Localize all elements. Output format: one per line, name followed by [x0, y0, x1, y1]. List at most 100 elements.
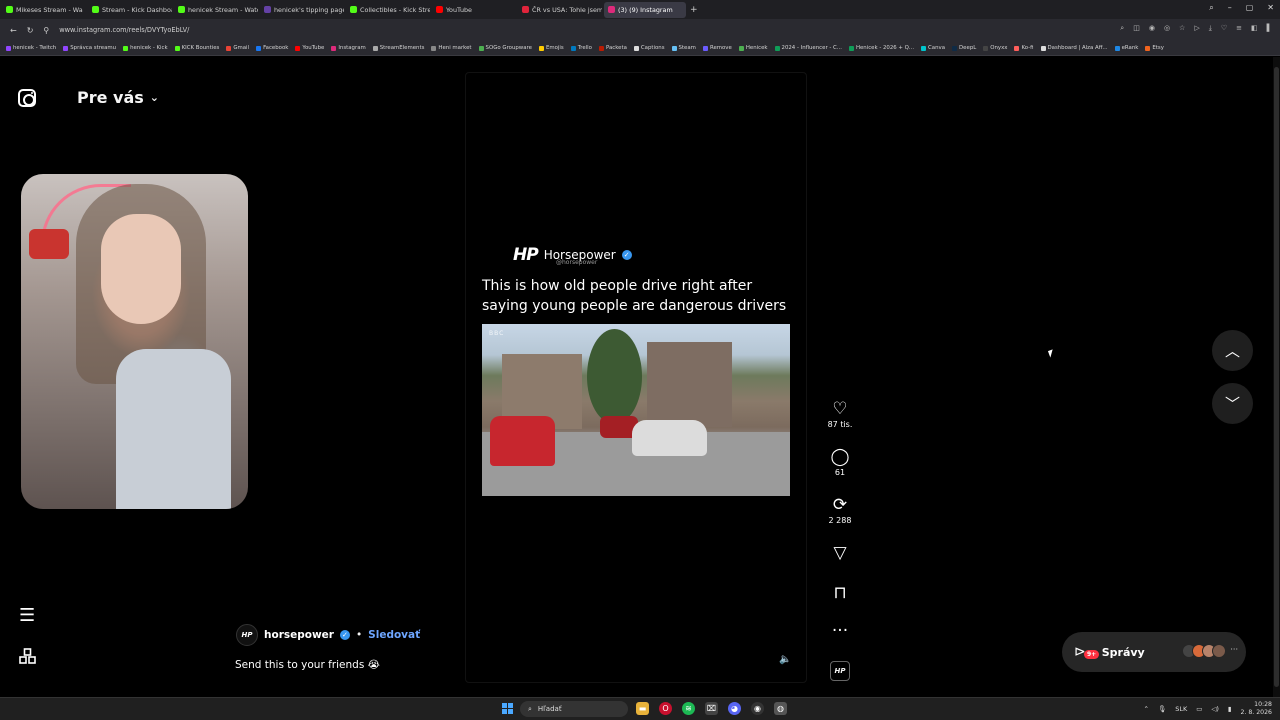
bookmark-item[interactable]: Trello: [570, 45, 592, 51]
microphone-icon[interactable]: 🎙: [1158, 705, 1166, 713]
bookmark-item[interactable]: Canva: [921, 45, 945, 51]
menu-icon[interactable]: ≡: [1236, 24, 1242, 33]
bookmark-item[interactable]: henicek - Kick: [123, 45, 168, 51]
browser-tab[interactable]: (3) (9) Instagram: [604, 1, 686, 18]
bookmark-item[interactable]: Remove: [702, 45, 732, 51]
page-scrollbar[interactable]: [1273, 57, 1280, 697]
feed-title: Pre vás: [77, 88, 144, 107]
save-action[interactable]: ⊓: [822, 584, 858, 602]
clock[interactable]: 10:28 2. 8. 2026: [1241, 701, 1273, 717]
bookmark-item[interactable]: Dashboard | Alza Aff...: [1040, 45, 1108, 51]
windows-start-icon[interactable]: [502, 703, 513, 714]
profile-icon[interactable]: ◧: [1251, 24, 1258, 33]
bookmark-item[interactable]: KICK Bounties: [174, 45, 219, 51]
more-dots-icon[interactable]: ···: [822, 622, 858, 640]
site-info-icon[interactable]: ⚲: [43, 26, 49, 35]
bookmark-icon[interactable]: ⊓: [822, 584, 858, 602]
scrollbar-thumb[interactable]: [1274, 67, 1279, 687]
maximize-icon[interactable]: ▢: [1246, 3, 1254, 13]
bookmark-item[interactable]: Captions: [633, 45, 665, 51]
share-action[interactable]: ▽: [822, 544, 858, 562]
download-icon[interactable]: ⤓: [1209, 24, 1212, 33]
bookmark-item[interactable]: Packeta: [598, 45, 627, 51]
close-icon[interactable]: ✕: [1267, 3, 1274, 13]
bookmark-item[interactable]: Emojis: [538, 45, 564, 51]
network-icon[interactable]: ▭: [1196, 705, 1202, 713]
file-explorer-icon[interactable]: ▬: [636, 702, 649, 715]
browser-tab[interactable]: Collectibles - Kick Stream: [346, 2, 430, 18]
browser-tab[interactable]: henicek Stream - Watch L: [174, 2, 258, 18]
app-icon[interactable]: ◍: [774, 702, 787, 715]
bookmark-item[interactable]: Onyxx: [983, 45, 1007, 51]
player-icon[interactable]: ▷: [1194, 24, 1199, 33]
bookmark-item[interactable]: Gmail: [226, 45, 249, 51]
bookmark-item[interactable]: DeepL: [952, 45, 976, 51]
bookmark-item[interactable]: Správca streamu: [63, 45, 116, 51]
battery-icon[interactable]: ▮: [1228, 705, 1232, 713]
bookmark-item[interactable]: Facebook: [256, 45, 288, 51]
previous-reel-button[interactable]: ︿: [1212, 330, 1253, 371]
bookmark-item[interactable]: SOGo Groupware: [478, 45, 532, 51]
messages-button[interactable]: ⊳ 9+ Správy ···: [1062, 632, 1246, 672]
repost-icon[interactable]: ⟳: [822, 496, 858, 514]
browser-tab[interactable]: henicek's tipping page: [260, 2, 344, 18]
browser-tab[interactable]: YouTube: [432, 2, 516, 18]
author-avatar[interactable]: HP: [236, 624, 258, 646]
app-icon[interactable]: ⌧: [705, 702, 718, 715]
minimize-icon[interactable]: –: [1228, 3, 1232, 13]
reload-icon[interactable]: ↻: [27, 26, 34, 35]
bookmark-item[interactable]: YouTube: [295, 45, 324, 51]
language-indicator[interactable]: SLK: [1175, 705, 1187, 713]
bookmark-item[interactable]: Etsy: [1145, 45, 1164, 51]
also-from-meta-icon[interactable]: [19, 648, 36, 665]
back-icon[interactable]: ←: [10, 26, 17, 35]
bookmark-item[interactable]: Henicek: [738, 45, 768, 51]
next-reel-button[interactable]: ﹀: [1212, 383, 1253, 424]
tray-expand-icon[interactable]: ⌃: [1143, 705, 1148, 713]
send-icon[interactable]: ▽: [822, 544, 858, 562]
bookmark-item[interactable]: henicek - Twitch: [6, 45, 56, 51]
bookmark-item[interactable]: Steam: [671, 45, 696, 51]
browser-tab[interactable]: Mikeses Stream - Wa: [2, 2, 86, 18]
heart-icon[interactable]: ♡: [1221, 24, 1227, 33]
zoom-icon[interactable]: ⌕: [1120, 24, 1124, 33]
bookmark-star-icon[interactable]: ☆: [1179, 24, 1185, 33]
bookmark-item[interactable]: Instagram: [331, 45, 366, 51]
more-options[interactable]: ···: [822, 622, 858, 640]
browser-tab[interactable]: Stream - Kick Dashboard: [88, 2, 172, 18]
new-tab-button[interactable]: +: [690, 5, 698, 15]
feed-selector[interactable]: Pre vás ⌄: [77, 88, 159, 107]
follow-button[interactable]: Sledovať: [368, 629, 420, 641]
author-username[interactable]: horsepower: [264, 629, 334, 641]
screenshot-icon[interactable]: ◫: [1133, 24, 1140, 33]
camera-icon[interactable]: ◉: [1149, 24, 1155, 33]
bookmark-item[interactable]: eRank: [1114, 45, 1138, 51]
obs-icon[interactable]: ◉: [751, 702, 764, 715]
tab-label: Mikeses Stream - Wa: [16, 5, 83, 14]
mute-icon[interactable]: 🔈: [779, 654, 791, 665]
bookmark-item[interactable]: Henicek - 2026 + Q...: [848, 45, 914, 51]
comment-icon[interactable]: ◯: [822, 448, 858, 466]
url-field[interactable]: www.instagram.com/reels/DVYTyoEbLV/: [59, 26, 189, 34]
taskbar-search[interactable]: ⌕ Hľadať: [520, 701, 628, 717]
heart-icon[interactable]: ♡: [822, 400, 858, 418]
bookmark-item[interactable]: StreamElements: [372, 45, 424, 51]
browser-tab[interactable]: ČR vs USA: Tohle jsem v Č: [518, 2, 602, 18]
bookmark-item[interactable]: Heni market: [431, 45, 472, 51]
bookmark-item[interactable]: Ko-fi: [1014, 45, 1034, 51]
reel-video-frame[interactable]: BBC: [482, 324, 790, 496]
bookmark-item[interactable]: 2024 - Influencer - C...: [774, 45, 842, 51]
volume-icon[interactable]: ◁): [1211, 705, 1219, 713]
discord-icon[interactable]: ◕: [728, 702, 741, 715]
instagram-logo-icon[interactable]: [18, 89, 36, 107]
search-tabs-icon[interactable]: ⌕: [1209, 3, 1213, 13]
more-menu-icon[interactable]: ☰: [19, 605, 35, 626]
like-action[interactable]: ♡ 87 tis.: [822, 400, 858, 429]
sidebar-icon[interactable]: ▌: [1267, 24, 1272, 33]
spotify-icon[interactable]: ≋: [682, 702, 695, 715]
vpn-icon[interactable]: ◎: [1164, 24, 1170, 33]
repost-action[interactable]: ⟳ 2 288: [822, 496, 858, 525]
opera-icon[interactable]: O: [659, 702, 672, 715]
comment-action[interactable]: ◯ 61: [822, 448, 858, 477]
audio-source-thumbnail[interactable]: HP: [830, 661, 850, 681]
